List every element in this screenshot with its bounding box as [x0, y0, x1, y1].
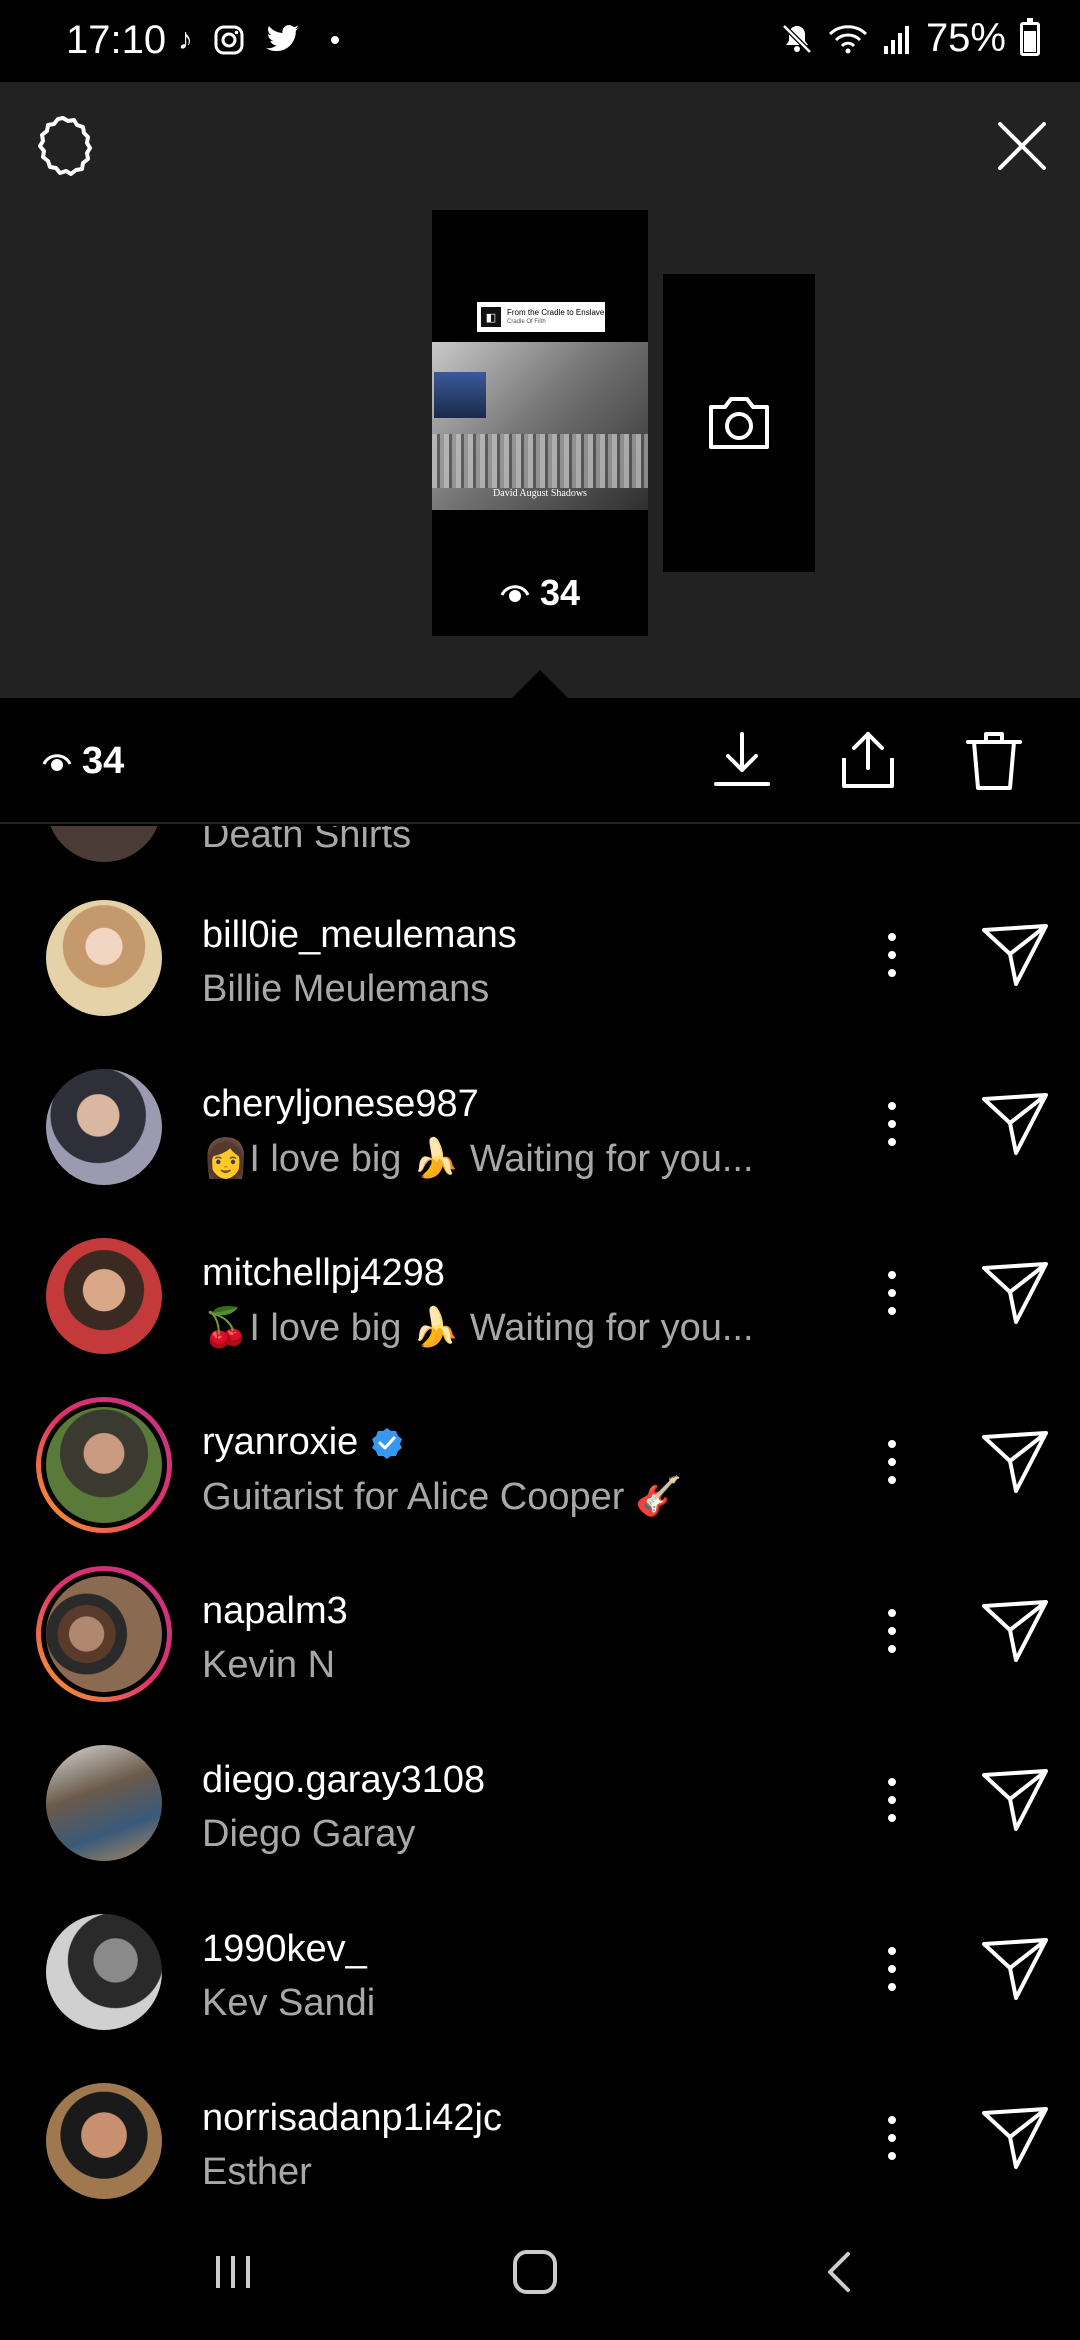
viewer-subtitle: Death Shirts: [202, 826, 412, 856]
inset-photo: [434, 372, 486, 418]
viewer-subtitle: Kevin N: [202, 1644, 336, 1686]
download-icon[interactable]: [710, 728, 774, 792]
signal-icon: [883, 25, 909, 54]
viewer-subtitle: Kev Sandi: [202, 1982, 376, 2024]
viewer-username[interactable]: bill0ie_meulemans: [202, 914, 517, 957]
avatar[interactable]: [46, 1069, 162, 1185]
viewer-username[interactable]: ryanroxie: [202, 1421, 404, 1464]
viewer-subtitle: 🍒I love big 🍌 Waiting for you...: [202, 1307, 754, 1349]
views-number: 34: [82, 740, 125, 782]
story-preview-panel: ◧ From the Cradle to Enslave Cradle Of F…: [0, 82, 1080, 699]
trash-icon[interactable]: [962, 728, 1026, 792]
twitter-icon: [266, 24, 299, 52]
system-nav-bar: [0, 2204, 1080, 2340]
music-logo-icon: ◧: [481, 307, 501, 327]
list-item[interactable]: norrisadanp1i42jc Esther: [0, 2051, 1080, 2204]
list-item[interactable]: cheryljonese987 👩I love big 🍌 Waiting fo…: [0, 1037, 1080, 1206]
send-message-icon[interactable]: [978, 918, 1052, 992]
list-item[interactable]: ryanroxie Guitarist for Alice Cooper 🎸: [0, 1375, 1080, 1544]
wifi-icon: [828, 24, 867, 53]
story-ring[interactable]: [36, 1397, 172, 1533]
viewer-username[interactable]: norrisadanp1i42jc: [202, 2097, 502, 2140]
thumbnail-views-number: 34: [539, 572, 581, 613]
list-item[interactable]: diego.garay3108 Diego Garay: [0, 1713, 1080, 1882]
camera-icon: [709, 397, 769, 449]
more-options-icon[interactable]: [874, 2103, 910, 2173]
list-item[interactable]: mitchellpj4298 🍒I love big 🍌 Waiting for…: [0, 1206, 1080, 1375]
list-item[interactable]: napalm3 Kevin N: [0, 1544, 1080, 1713]
send-message-icon[interactable]: [978, 1087, 1052, 1161]
viewer-username[interactable]: mitchellpj4298: [202, 1252, 445, 1295]
more-options-icon[interactable]: [874, 920, 910, 990]
recent-apps-icon[interactable]: [198, 2240, 268, 2304]
viewer-username[interactable]: napalm3: [202, 1590, 348, 1633]
status-app-icons: ♪: [178, 20, 339, 60]
tiktok-icon: ♪: [178, 23, 193, 56]
more-options-icon[interactable]: [874, 1596, 910, 1666]
sticker-title: From the Cradle to Enslave: [507, 308, 605, 317]
eye-icon: [500, 585, 530, 602]
status-bar: 17:10 ♪ 75%: [0, 0, 1080, 82]
album-caption: David August Shadows: [493, 488, 587, 499]
status-right: 75%: [780, 16, 1040, 61]
story-ring[interactable]: [36, 1566, 172, 1702]
avatar[interactable]: [46, 1576, 162, 1692]
verified-badge-icon: [372, 1427, 403, 1459]
viewer-subtitle: Billie Meulemans: [202, 968, 490, 1010]
avatar[interactable]: [46, 900, 162, 1016]
send-message-icon[interactable]: [978, 1763, 1052, 1837]
list-item[interactable]: bill0ie_meulemans Billie Meulemans: [0, 868, 1080, 1037]
status-time: 17:10: [66, 18, 167, 62]
avatar[interactable]: [46, 826, 162, 862]
more-options-icon[interactable]: [874, 1089, 910, 1159]
music-sticker: ◧ From the Cradle to Enslave Cradle Of F…: [477, 302, 605, 332]
notification-dot: [331, 36, 339, 44]
more-options-icon[interactable]: [874, 1427, 910, 1497]
back-icon[interactable]: [804, 2240, 874, 2304]
send-message-icon[interactable]: [978, 1932, 1052, 2006]
send-message-icon[interactable]: [978, 1425, 1052, 1499]
more-options-icon[interactable]: [874, 1258, 910, 1328]
avatar[interactable]: [46, 1745, 162, 1861]
selection-pointer: [511, 670, 569, 699]
thumbnail-view-count: 34: [432, 572, 648, 614]
avatar[interactable]: [46, 2083, 162, 2199]
viewers-list[interactable]: Death Shirts bill0ie_meulemans Billie Me…: [0, 826, 1080, 2204]
viewer-subtitle: Guitarist for Alice Cooper 🎸: [202, 1476, 683, 1518]
home-icon[interactable]: [500, 2240, 570, 2304]
battery-percent: 75%: [925, 16, 1006, 60]
add-story-button[interactable]: [663, 274, 815, 572]
band-logo-graphic: [432, 434, 648, 488]
viewer-subtitle: Diego Garay: [202, 1813, 416, 1855]
viewer-subtitle: Esther: [202, 2151, 312, 2193]
avatar[interactable]: [46, 1407, 162, 1523]
viewer-subtitle: 👩I love big 🍌 Waiting for you...: [202, 1138, 754, 1180]
eye-icon: [42, 753, 72, 771]
sticker-artist: Cradle Of Filth: [507, 319, 546, 325]
viewer-username[interactable]: cheryljonese987: [202, 1083, 479, 1126]
story-thumbnail[interactable]: ◧ From the Cradle to Enslave Cradle Of F…: [432, 210, 648, 636]
views-count[interactable]: 34: [42, 740, 124, 783]
viewer-username[interactable]: 1990kev_: [202, 1928, 367, 1971]
settings-gear-icon[interactable]: [30, 112, 96, 178]
send-message-icon[interactable]: [978, 1594, 1052, 1668]
album-art-image: David August Shadows: [432, 342, 648, 510]
send-message-icon[interactable]: [978, 1256, 1052, 1330]
instagram-icon: [214, 25, 244, 55]
avatar[interactable]: [46, 1914, 162, 2030]
more-options-icon[interactable]: [874, 1934, 910, 2004]
story-action-bar: 34: [0, 698, 1080, 824]
list-item[interactable]: 1990kev_ Kev Sandi: [0, 1882, 1080, 2051]
share-icon[interactable]: [836, 728, 900, 792]
battery-icon: [1020, 17, 1040, 56]
mute-icon: [782, 23, 812, 54]
avatar[interactable]: [46, 1238, 162, 1354]
close-icon[interactable]: [994, 118, 1050, 174]
viewer-username[interactable]: diego.garay3108: [202, 1759, 485, 1802]
more-options-icon[interactable]: [874, 1765, 910, 1835]
send-message-icon[interactable]: [978, 2101, 1052, 2175]
